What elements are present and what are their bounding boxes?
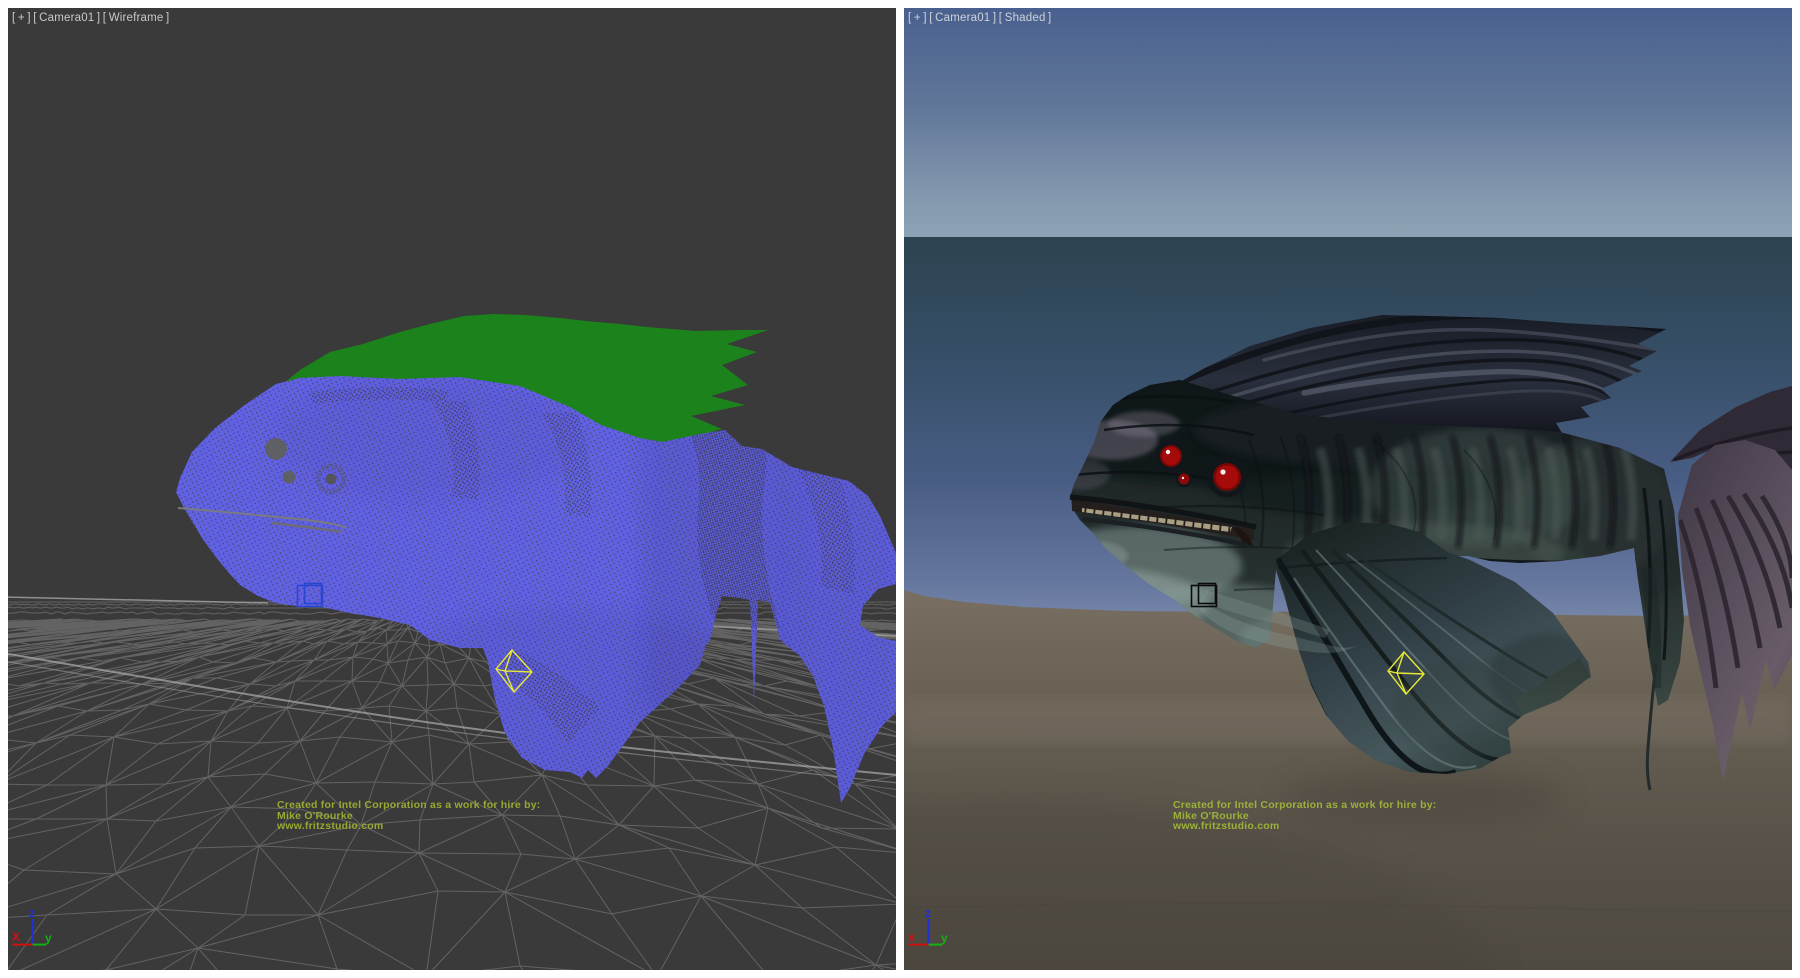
svg-text:X: X [12,930,20,944]
svg-text:y: y [45,931,52,945]
svg-text:y: y [941,931,948,945]
svg-text:z: z [29,906,35,920]
svg-text:x: x [908,930,915,944]
svg-text:z: z [925,906,931,920]
